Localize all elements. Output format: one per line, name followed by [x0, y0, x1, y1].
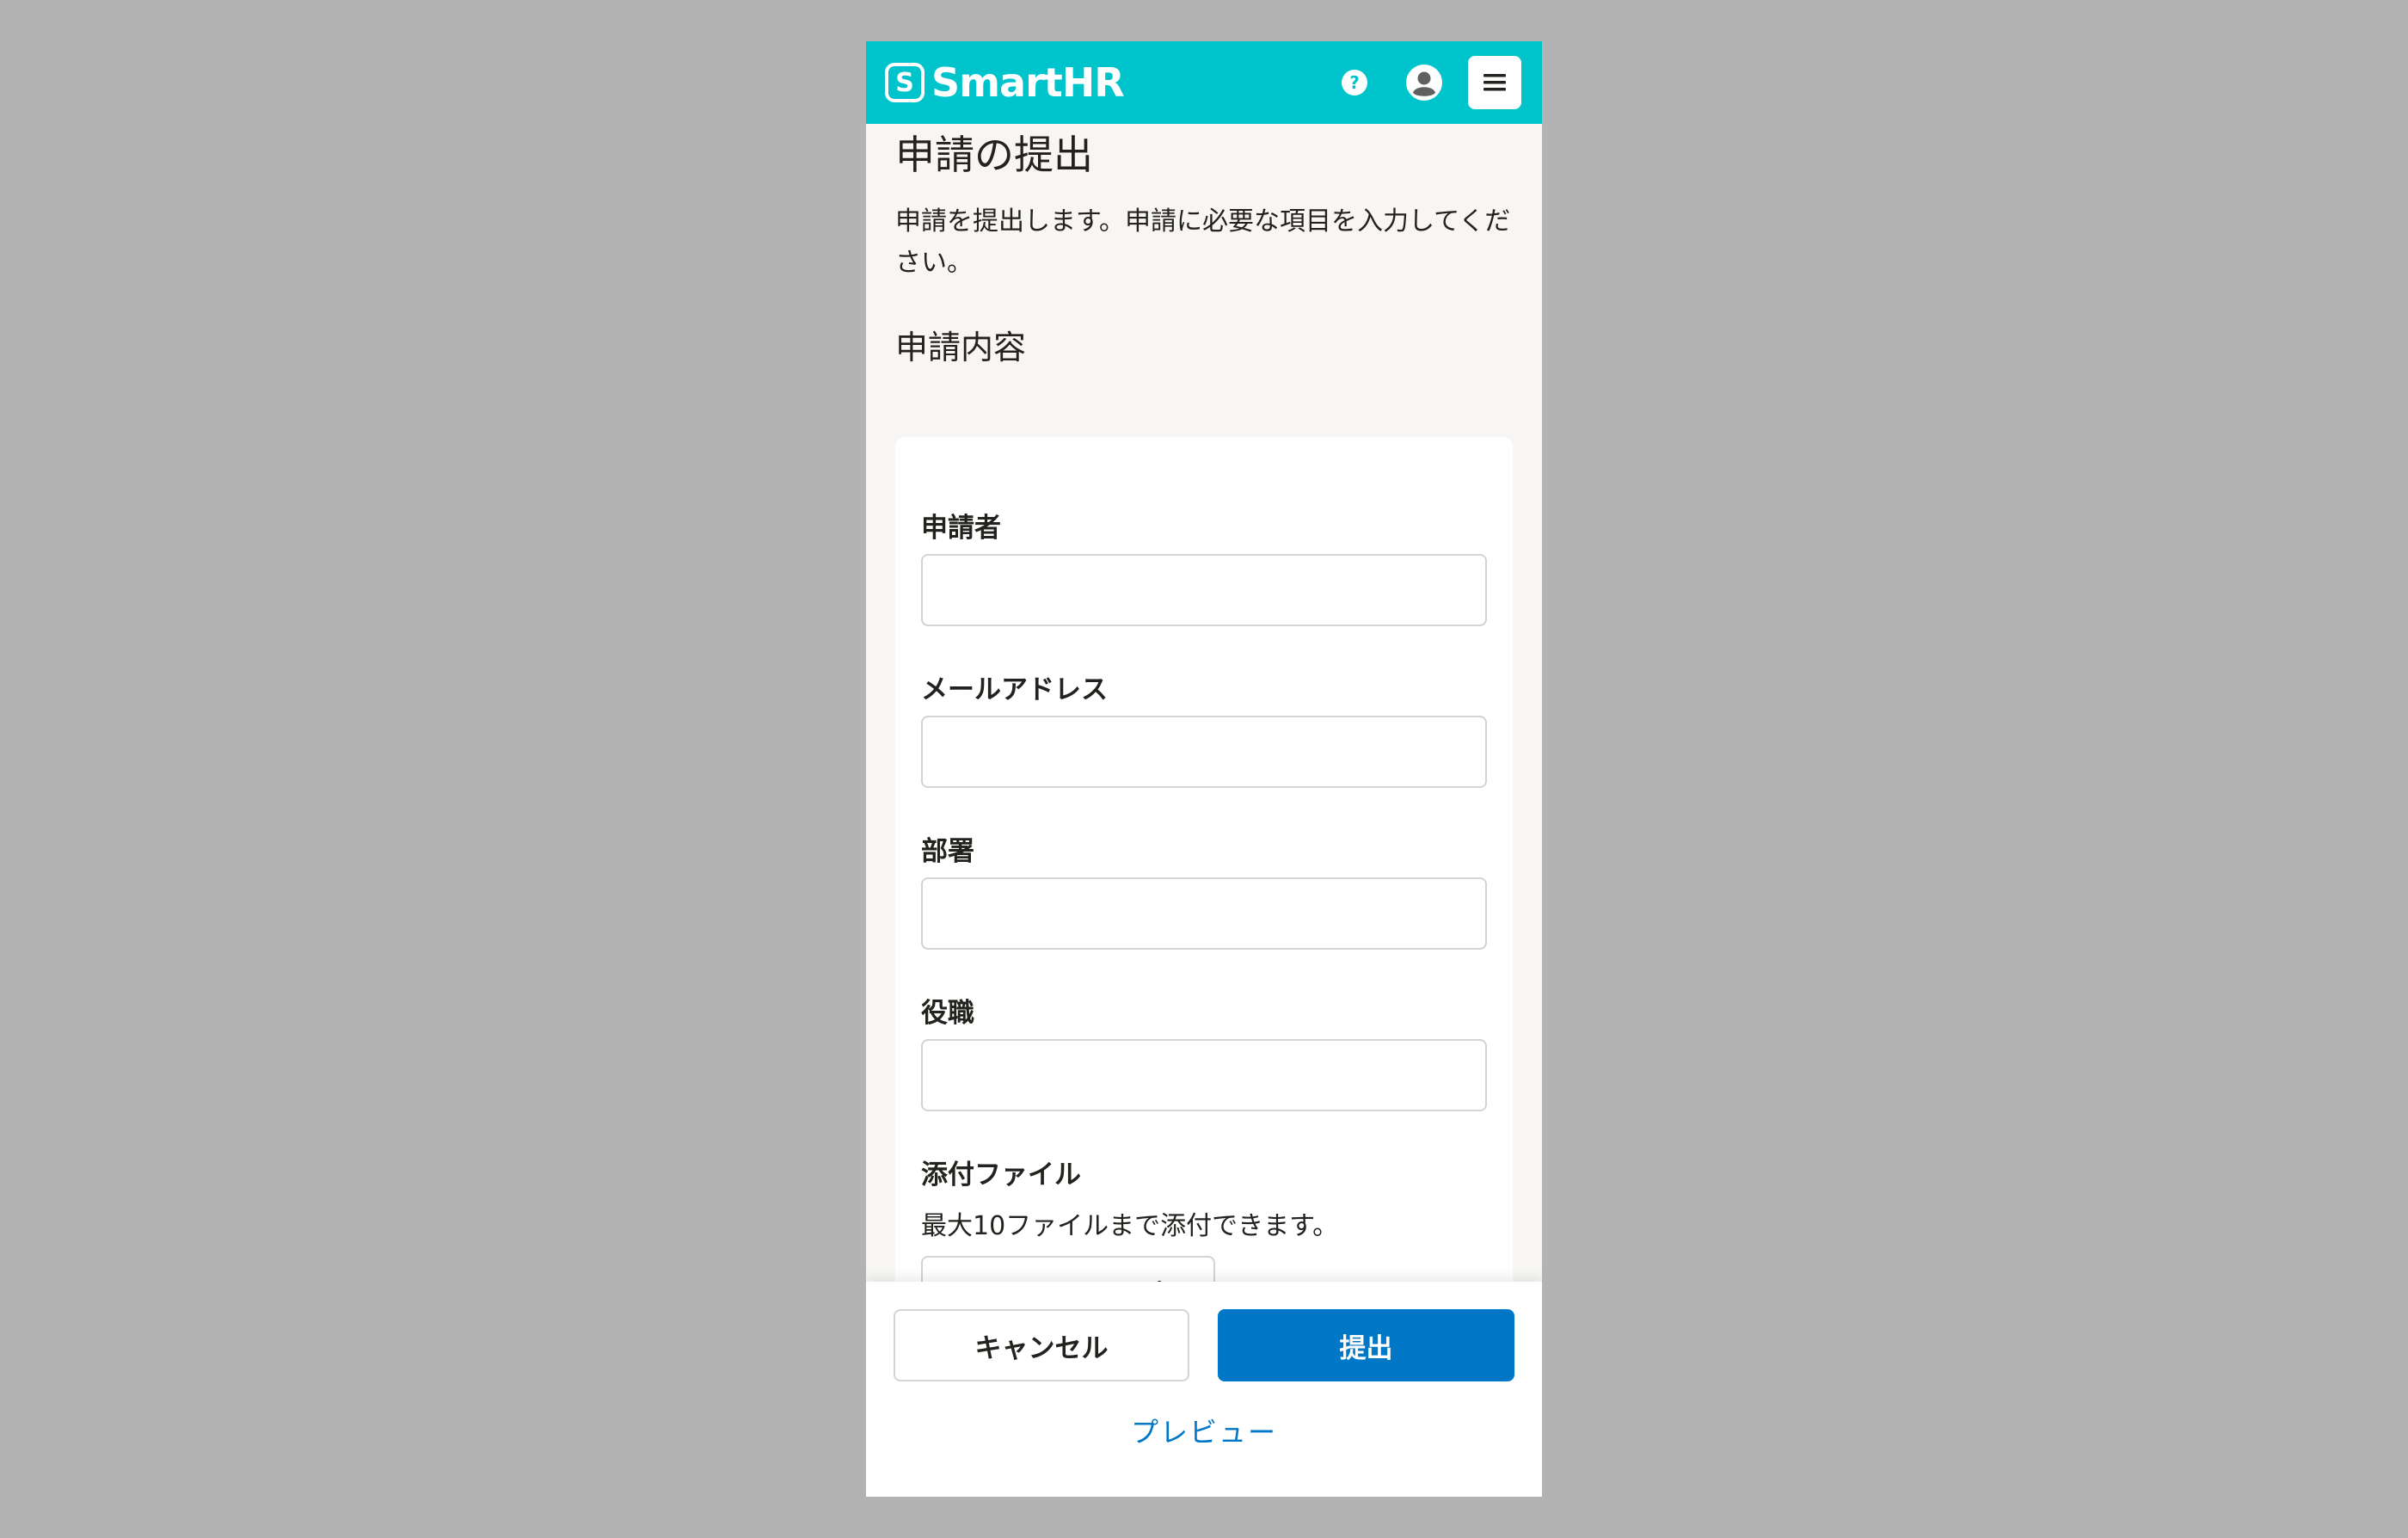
menu-button[interactable] — [1468, 56, 1521, 109]
action-footer: キャンセル 提出 プレビュー — [866, 1282, 1542, 1497]
app-header: S SmartHR ? — [866, 41, 1542, 124]
department-input[interactable] — [921, 877, 1487, 950]
applicant-input[interactable] — [921, 554, 1487, 626]
field-label-applicant: 申請者 — [921, 513, 1001, 544]
submit-button[interactable]: 提出 — [1218, 1309, 1514, 1381]
field-label-attachment: 添付ファイル — [921, 1160, 1081, 1190]
field-label-position: 役職 — [921, 998, 974, 1029]
cancel-button[interactable]: キャンセル — [894, 1309, 1189, 1381]
preview-link: プレビュー — [866, 1411, 1542, 1450]
hamburger-icon — [1484, 74, 1506, 91]
position-input[interactable] — [921, 1039, 1487, 1111]
field-label-department: 部署 — [921, 836, 974, 867]
logo-mark-icon: S — [885, 63, 924, 102]
smarthr-logo[interactable]: S SmartHR — [885, 59, 1125, 106]
email-input[interactable] — [921, 716, 1487, 788]
attachment-hint: 最大10ファイルまで添付できます。 — [921, 1211, 1339, 1241]
help-icon[interactable]: ? — [1342, 70, 1367, 95]
section-title: 申請内容 — [895, 329, 1027, 366]
app-viewport: S SmartHR ? 申請の提出 申請を提出します。申請に必要な項目を入力して… — [866, 41, 1542, 1497]
user-icon[interactable] — [1406, 65, 1442, 101]
preview-link-label[interactable]: プレビュー — [1131, 1416, 1277, 1449]
page-title: 申請の提出 — [895, 132, 1093, 178]
page-description: 申請を提出します。申請に必要な項目を入力してください。 — [895, 206, 1511, 278]
logo-text: SmartHR — [931, 59, 1125, 106]
field-label-email: メールアドレス — [921, 674, 1108, 705]
